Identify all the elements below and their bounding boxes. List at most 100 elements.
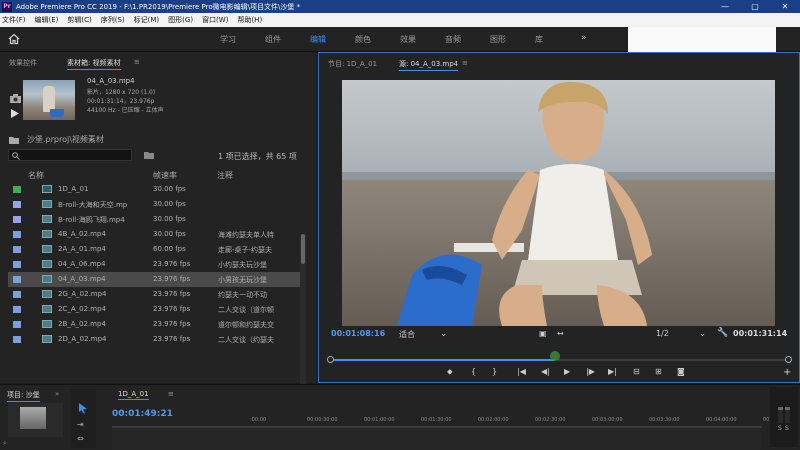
tab-source-monitor[interactable]: 源: 04_A_03.mp4 xyxy=(399,59,459,71)
selection-tool-icon[interactable] xyxy=(78,402,88,414)
meter-solo-left[interactable]: S xyxy=(778,425,782,432)
bin-list-item[interactable]: 4B_A_02.mp4 30.00 fps 海滩约瑟夫单人特 xyxy=(8,227,306,242)
track-select-tool-icon[interactable]: ⇥ xyxy=(77,420,84,429)
step-back-icon[interactable]: ◀| xyxy=(541,367,550,376)
menu-sequence[interactable]: 序列(S) xyxy=(101,15,125,25)
workspace-color[interactable]: 颜色 xyxy=(355,34,371,45)
overwrite-icon[interactable]: ⊞ xyxy=(655,367,662,376)
menu-window[interactable]: 窗口(W) xyxy=(202,15,228,25)
label-color-swatch[interactable] xyxy=(13,306,21,313)
video-icon xyxy=(42,260,52,268)
scrollbar-thumb[interactable] xyxy=(301,234,305,264)
time-ruler[interactable] xyxy=(327,351,792,364)
column-header-framerate[interactable]: 帧速率 xyxy=(153,170,177,181)
workspace-audio[interactable]: 音频 xyxy=(445,34,461,45)
meter-solo-right[interactable]: S xyxy=(785,425,789,432)
label-color-swatch[interactable] xyxy=(13,231,21,238)
meter-bar-left xyxy=(778,407,783,423)
maximize-button[interactable]: ▢ xyxy=(740,2,770,11)
home-icon[interactable] xyxy=(8,33,20,45)
sequence-menu-icon[interactable]: ≡ xyxy=(168,390,174,398)
mark-out-icon[interactable]: } xyxy=(492,367,497,376)
timeline-timecode[interactable]: 00:01:49:21 xyxy=(112,409,173,419)
clip-name: 2C_A_02.mp4 xyxy=(58,305,106,313)
label-color-swatch[interactable] xyxy=(13,276,21,283)
monitor-settings-icon[interactable]: ▣ xyxy=(539,329,547,338)
bin-list-item[interactable]: 04_A_06.mp4 23.976 fps 小约瑟夫玩沙堡 xyxy=(8,257,306,272)
step-forward-icon[interactable]: |▶ xyxy=(586,367,595,376)
clip-note: 约瑟夫一动不动 xyxy=(218,291,267,299)
timeline-zoom-bar[interactable] xyxy=(112,426,762,428)
close-button[interactable]: ✕ xyxy=(770,2,800,11)
label-color-swatch[interactable] xyxy=(13,246,21,253)
go-to-in-icon[interactable]: |◀ xyxy=(517,367,526,376)
minimize-button[interactable]: — xyxy=(710,2,740,11)
play-icon[interactable]: ▶ xyxy=(564,367,570,376)
go-to-out-icon[interactable]: ▶| xyxy=(608,367,617,376)
monitor-panel-menu-icon[interactable]: ≡ xyxy=(462,59,468,67)
workspaces-more-button[interactable]: » xyxy=(581,33,587,43)
tab-program-monitor[interactable]: 节目: 1D_A_01 xyxy=(328,59,377,69)
ruler-tick-label: 00:02:00:00 xyxy=(478,417,509,423)
play-thumbnail-icon[interactable] xyxy=(11,109,19,118)
workspace-learning[interactable]: 学习 xyxy=(220,34,236,45)
label-color-swatch[interactable] xyxy=(13,336,21,343)
tab-project[interactable]: 项目: 沙堡 xyxy=(7,390,40,402)
menu-markers[interactable]: 标记(M) xyxy=(134,15,160,25)
bin-search-input[interactable] xyxy=(8,149,132,161)
panel-more-button[interactable]: » xyxy=(55,390,59,398)
export-frame-icon[interactable]: ◙ xyxy=(677,367,685,376)
button-editor-plus-icon[interactable]: + xyxy=(783,367,791,378)
bin-list-item[interactable]: 2G_A_02.mp4 23.976 fps 约瑟夫一动不动 xyxy=(8,287,306,302)
label-color-swatch[interactable] xyxy=(13,291,21,298)
ripple-edit-tool-icon[interactable]: ⇔ xyxy=(77,434,84,443)
clip-framerate: 60.00 fps xyxy=(153,245,186,253)
bin-list-item[interactable]: 2D_A_02.mp4 23.976 fps 二人交谈（约瑟夫 xyxy=(8,332,306,347)
zoom-level-dropdown[interactable]: 适合 ⌄ xyxy=(399,329,447,340)
bin-list-item[interactable]: 1D_A_01 30.00 fps xyxy=(8,182,306,197)
label-color-swatch[interactable] xyxy=(13,201,21,208)
label-color-swatch[interactable] xyxy=(13,261,21,268)
label-color-swatch[interactable] xyxy=(13,186,21,193)
bin-list-item[interactable]: 04_A_03.mp4 23.976 fps 小男孩无玩沙堡 xyxy=(8,272,306,287)
current-timecode[interactable]: 00:01:08:16 xyxy=(331,329,385,338)
new-search-bin-icon[interactable] xyxy=(144,151,154,159)
workspace-assembly[interactable]: 组件 xyxy=(265,34,281,45)
label-color-swatch[interactable] xyxy=(13,321,21,328)
workspace-editing[interactable]: 编辑 xyxy=(310,34,326,45)
column-header-notes[interactable]: 注释 xyxy=(217,170,233,181)
resolution-dropdown[interactable]: 1/2 ⌄ xyxy=(656,329,706,338)
menu-clip[interactable]: 剪辑(C) xyxy=(67,15,91,25)
wrench-icon[interactable]: 🔧 xyxy=(717,328,728,338)
menu-file[interactable]: 文件(F) xyxy=(2,15,26,25)
bin-vertical-scrollbar[interactable] xyxy=(300,234,306,402)
out-point-handle[interactable] xyxy=(785,356,792,363)
menu-help[interactable]: 帮助(H) xyxy=(237,15,262,25)
drag-video-icon[interactable]: ↔ xyxy=(557,329,564,338)
menu-edit[interactable]: 编辑(E) xyxy=(35,15,59,25)
mark-in-icon[interactable]: { xyxy=(471,367,476,376)
workspace-libraries[interactable]: 库 xyxy=(535,34,543,45)
bin-list-item[interactable]: 2A_A_01.mp4 60.00 fps 走廊-桌子-约瑟夫 xyxy=(8,242,306,257)
bin-list-item[interactable]: 2C_A_02.mp4 23.976 fps 二人交谈（道尔顿 xyxy=(8,302,306,317)
in-point-handle[interactable] xyxy=(327,356,334,363)
ruler-tick-label: 00:01:00:00 xyxy=(364,417,395,423)
label-color-swatch[interactable] xyxy=(13,216,21,223)
playhead[interactable] xyxy=(549,351,560,361)
bin-list-item[interactable]: 2B_A_02.mp4 23.976 fps 道尔顿和约瑟夫交 xyxy=(8,317,306,332)
menu-graphics[interactable]: 图形(G) xyxy=(168,15,193,25)
tab-effect-controls[interactable]: 效果控件 xyxy=(9,58,37,68)
add-marker-icon[interactable]: ⬥ xyxy=(447,367,453,377)
insert-icon[interactable]: ⊟ xyxy=(633,367,640,376)
tab-sequence[interactable]: 1D_A_01 xyxy=(118,390,149,400)
timeline-tracks[interactable] xyxy=(112,429,762,449)
bin-list-item[interactable]: B-roll-海鸥飞翔.mp4 30.00 fps xyxy=(8,212,306,227)
column-header-name[interactable]: 名称 xyxy=(28,170,44,181)
panel-menu-icon[interactable]: ≡ xyxy=(134,58,140,66)
project-panel-scroll[interactable]: ⌕ xyxy=(0,439,68,448)
tab-bin-video[interactable]: 素材箱: 视频素材 xyxy=(67,58,121,70)
video-icon xyxy=(42,215,52,223)
bin-list-item[interactable]: B-roll-大海和天空.mp 30.00 fps xyxy=(8,197,306,212)
workspace-graphics[interactable]: 图形 xyxy=(490,34,506,45)
workspace-effects[interactable]: 效果 xyxy=(400,34,416,45)
